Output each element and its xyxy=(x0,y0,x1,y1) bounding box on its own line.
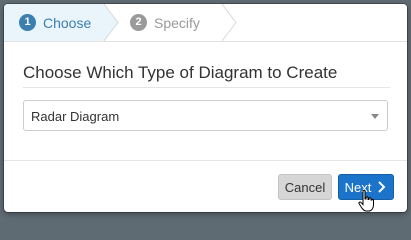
hand-pointer-icon xyxy=(358,190,374,212)
select-value: Radar Diagram xyxy=(31,109,120,124)
dialog-heading: Choose Which Type of Diagram to Create xyxy=(23,63,338,82)
diagram-type-select[interactable]: Radar Diagram xyxy=(23,100,388,131)
step-separator xyxy=(104,4,119,41)
wizard-step-specify[interactable]: 2 Specify xyxy=(124,4,234,41)
step-separator xyxy=(222,4,237,41)
wizard-steps: 1 Choose 2 Specify xyxy=(4,4,407,42)
chevron-right-icon xyxy=(378,181,386,193)
step-label: Choose xyxy=(43,14,92,31)
caret-down-icon xyxy=(371,114,379,119)
footer-divider xyxy=(4,160,407,161)
wizard-step-choose[interactable]: 1 Choose xyxy=(4,4,104,41)
step-number-badge: 1 xyxy=(19,14,36,31)
create-diagram-dialog: 1 Choose 2 Specify Choose Which Type of … xyxy=(4,4,407,212)
heading-divider xyxy=(23,87,390,88)
cancel-button-label: Cancel xyxy=(284,179,326,195)
step-label: Specify xyxy=(154,14,200,31)
cancel-button[interactable]: Cancel xyxy=(278,174,332,200)
step-number-badge: 2 xyxy=(130,14,147,31)
